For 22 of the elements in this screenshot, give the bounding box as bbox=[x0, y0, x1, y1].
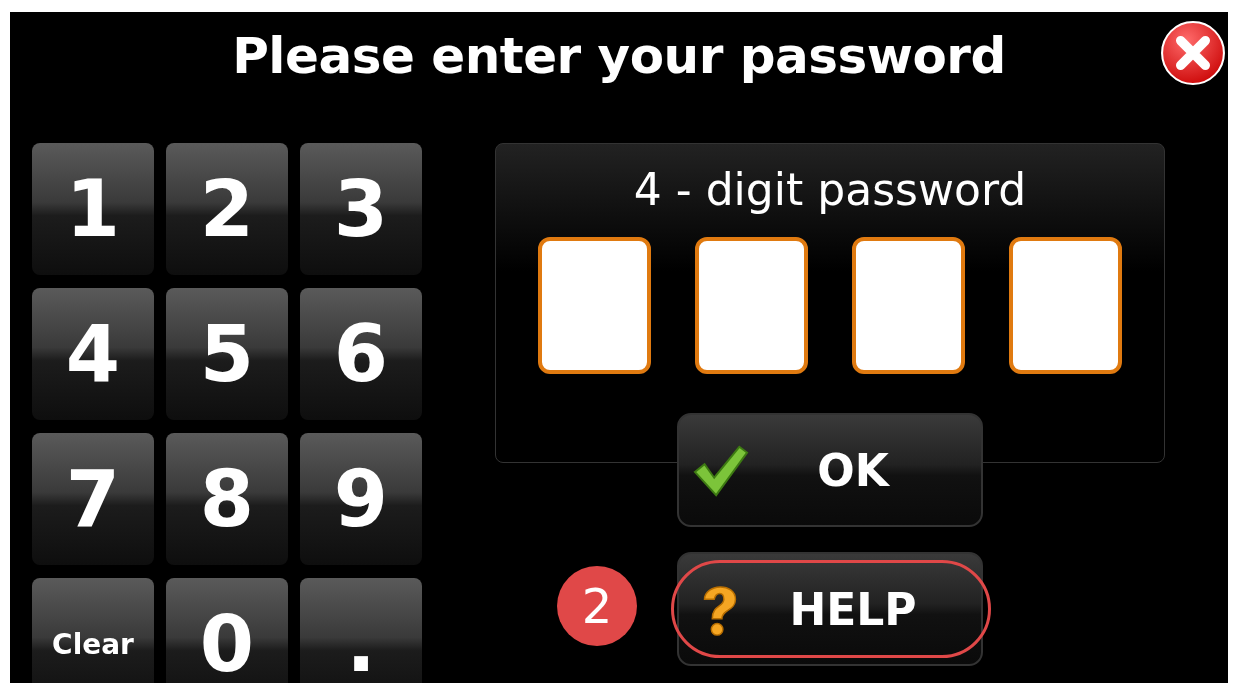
keypad-key[interactable]: 9 bbox=[300, 433, 422, 565]
digit-slot[interactable] bbox=[1009, 237, 1122, 374]
digit-slot[interactable] bbox=[695, 237, 808, 374]
ok-button[interactable]: OK bbox=[677, 413, 983, 527]
keypad-key[interactable]: 3 bbox=[300, 143, 422, 275]
digit-slot[interactable] bbox=[852, 237, 965, 374]
keypad-key[interactable]: 6 bbox=[300, 288, 422, 420]
callout-number: 2 bbox=[557, 566, 637, 646]
keypad-key[interactable]: 7 bbox=[32, 433, 154, 565]
keypad-key[interactable]: 5 bbox=[166, 288, 288, 420]
digit-slot[interactable] bbox=[538, 237, 651, 374]
keypad-key[interactable]: 8 bbox=[166, 433, 288, 565]
keypad-key[interactable]: 4 bbox=[32, 288, 154, 420]
help-button[interactable]: HELP bbox=[677, 552, 983, 666]
keypad-key[interactable]: 1 bbox=[32, 143, 154, 275]
keypad-key[interactable]: 0 bbox=[166, 578, 288, 683]
keypad-key[interactable]: 2 bbox=[166, 143, 288, 275]
close-icon[interactable] bbox=[1160, 20, 1226, 86]
keypad-key[interactable]: . bbox=[300, 578, 422, 683]
password-label: 4 - digit password bbox=[633, 164, 1027, 215]
clear-key[interactable]: Clear bbox=[32, 578, 154, 683]
window-title: Please enter your password bbox=[232, 27, 1006, 85]
